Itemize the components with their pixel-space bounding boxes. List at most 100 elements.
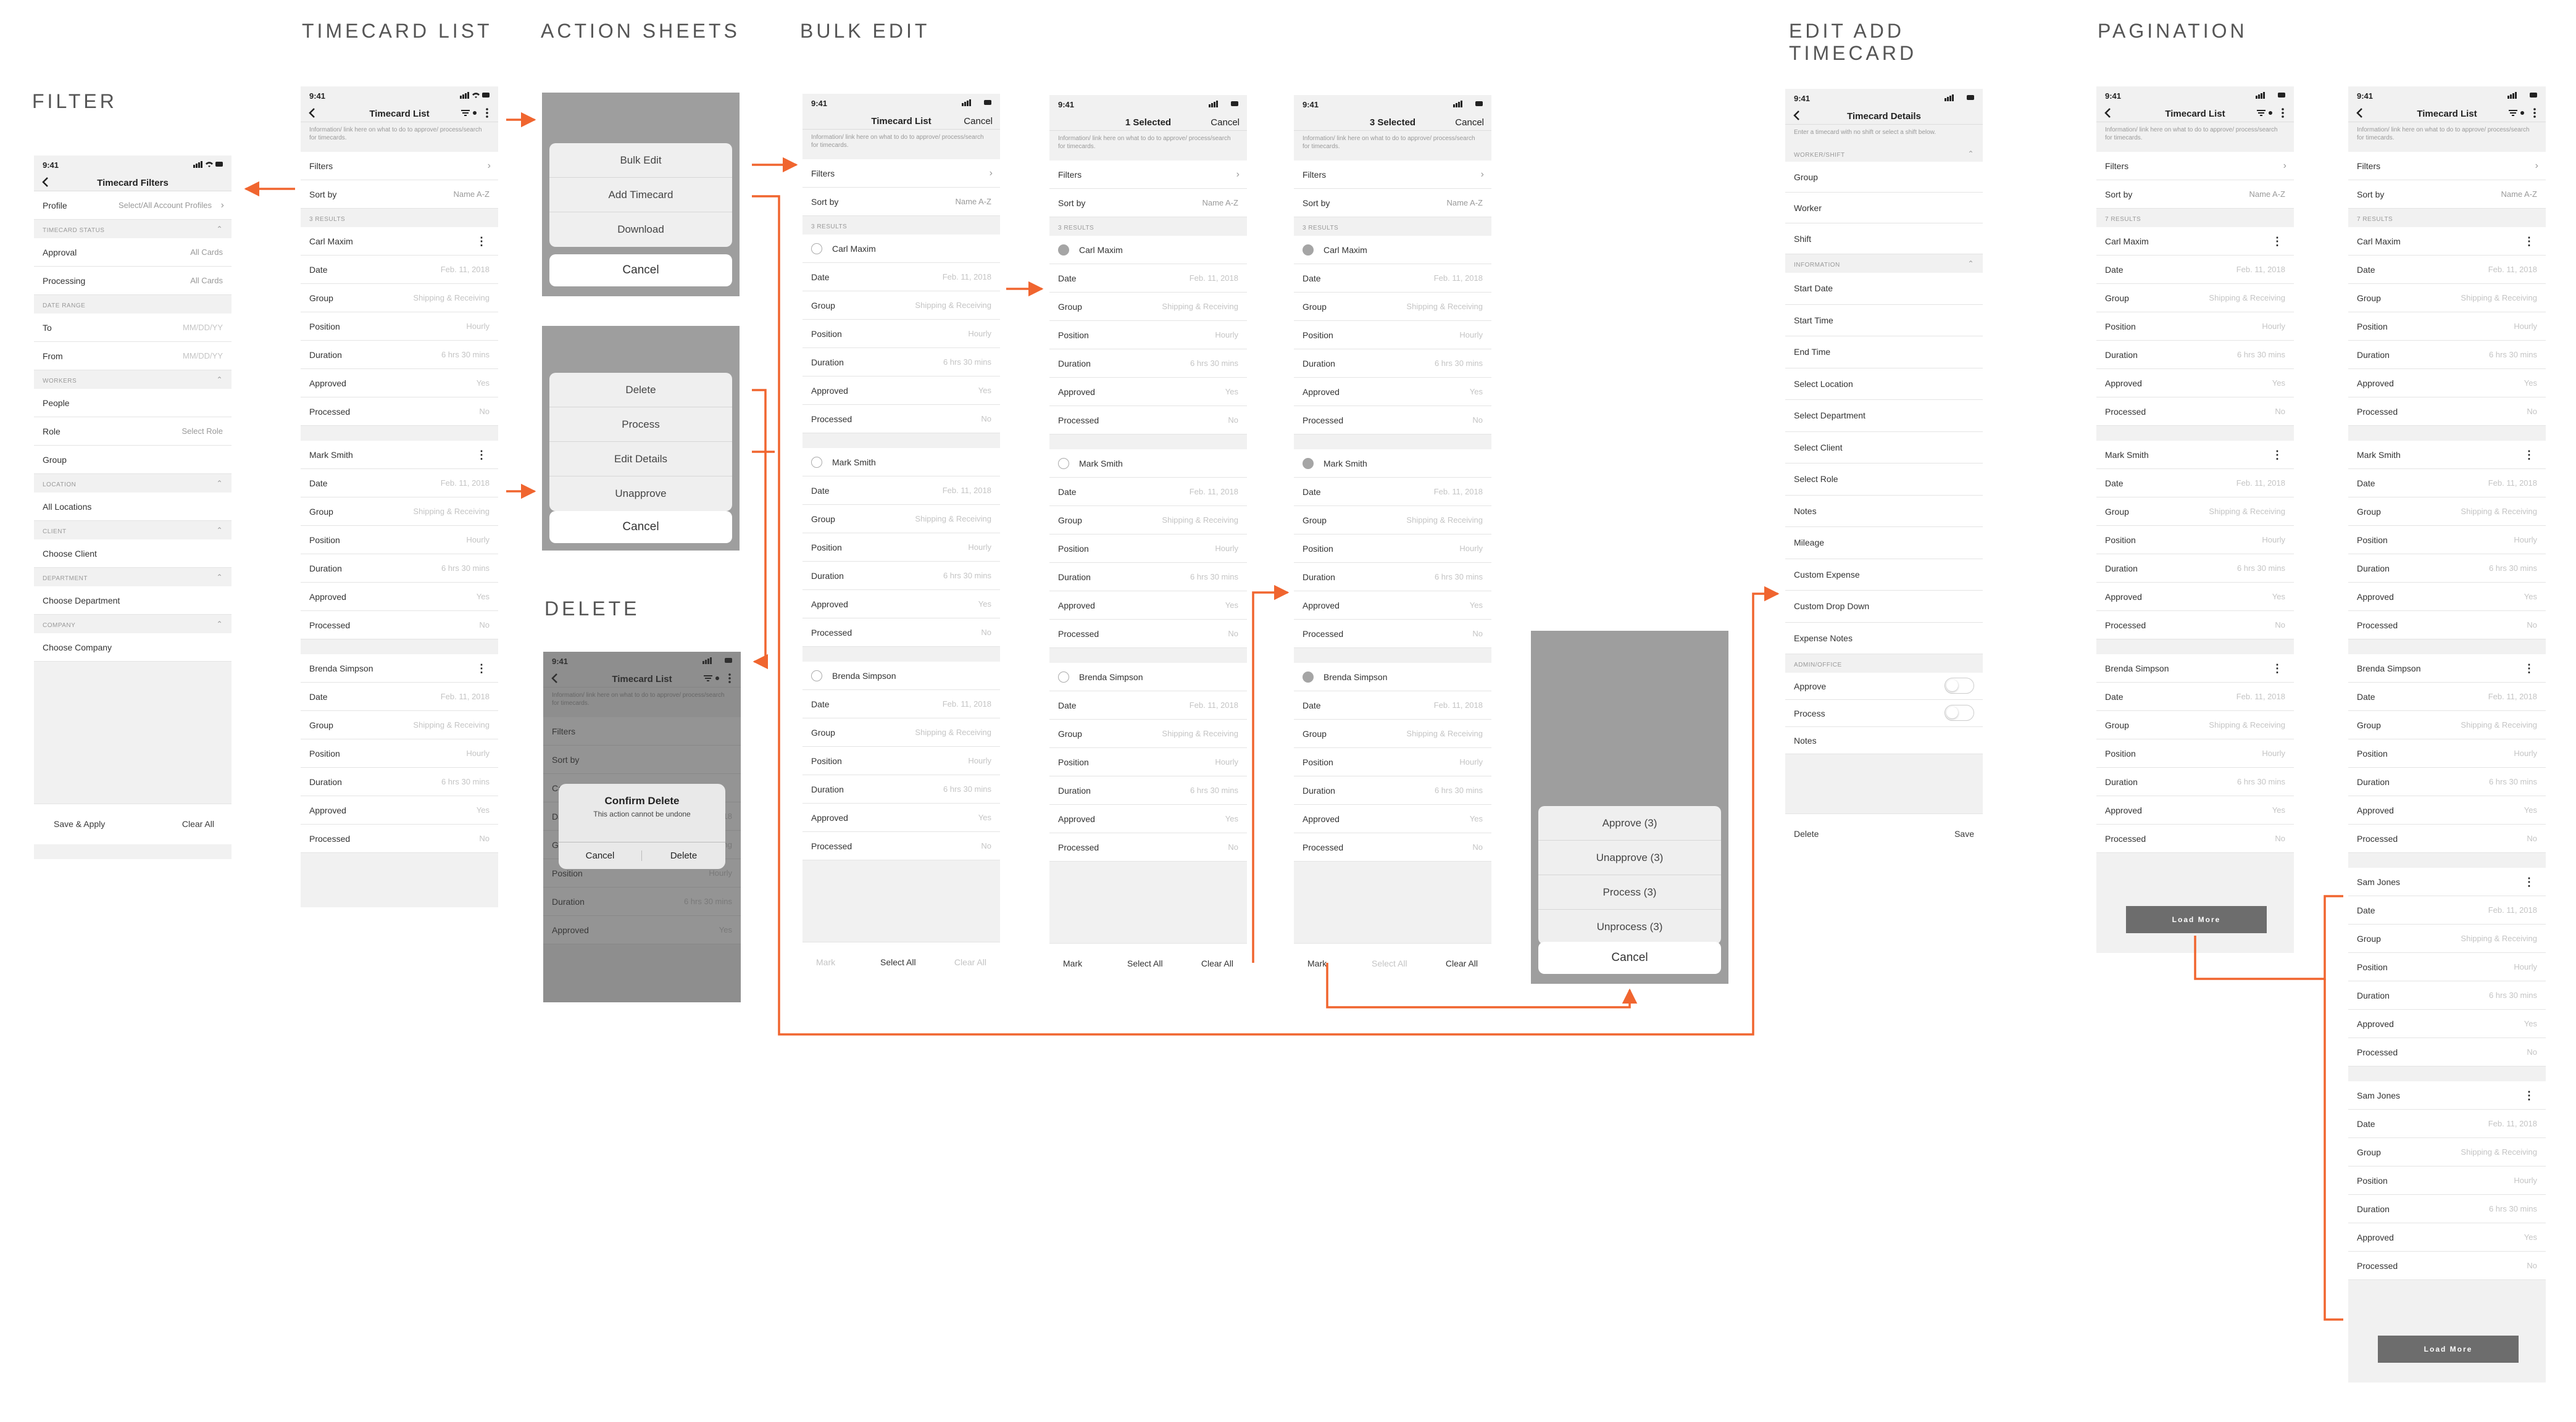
clear-all-button[interactable]: Clear All xyxy=(1201,958,1233,968)
group-row[interactable]: Group xyxy=(1785,162,1983,193)
mark-button[interactable]: Mark xyxy=(1063,958,1082,968)
radio-checked-icon[interactable] xyxy=(1058,244,1069,256)
bulk-cancel-button[interactable]: Cancel xyxy=(964,116,993,127)
caret-up-icon[interactable]: ⌃ xyxy=(216,526,223,534)
details-field-row[interactable]: Custom Expense xyxy=(1785,559,1983,591)
worker-header-row[interactable]: Mark Smith ⋮ xyxy=(2348,441,2546,469)
bulk-edit-option[interactable]: Bulk Edit xyxy=(549,143,732,178)
more-dots-icon[interactable]: ⋮ xyxy=(2524,868,2535,896)
sheet-cancel-button[interactable]: Cancel xyxy=(549,254,732,286)
more-dots-icon[interactable]: ⋮ xyxy=(2524,227,2535,256)
caret-up-icon[interactable]: ⌃ xyxy=(216,620,223,628)
worker-select-row[interactable]: Carl Maxim xyxy=(1294,236,1491,264)
more-dots-icon[interactable]: ⋮ xyxy=(476,654,487,683)
radio-checked-icon[interactable] xyxy=(1303,244,1314,256)
unapprove-option[interactable]: Unapprove xyxy=(549,476,732,511)
more-dots-icon[interactable]: ⋮ xyxy=(2272,654,2283,683)
process-option[interactable]: Process (3) xyxy=(1538,875,1721,910)
processing-row[interactable]: Processing All Cards xyxy=(34,267,231,295)
process-toggle[interactable] xyxy=(1945,705,1974,721)
clear-all-button[interactable]: Clear All xyxy=(1446,958,1478,968)
delete-button[interactable]: Delete xyxy=(1794,829,1819,839)
unapprove-option[interactable]: Unapprove (3) xyxy=(1538,841,1721,875)
caret-up-icon[interactable]: ⌃ xyxy=(216,479,223,488)
details-field-row[interactable]: End Time xyxy=(1785,336,1983,368)
clear-all-button[interactable]: Clear All xyxy=(954,957,986,967)
mark-button[interactable]: Mark xyxy=(816,957,835,967)
filter-menu-icon[interactable] xyxy=(2507,108,2538,118)
more-dots-icon[interactable]: ⋮ xyxy=(2524,1081,2535,1110)
more-dots-icon[interactable]: ⋮ xyxy=(2272,227,2283,256)
worker-header-row[interactable]: Mark Smith ⋮ xyxy=(301,441,498,469)
unprocess-option[interactable]: Unprocess (3) xyxy=(1538,910,1721,944)
profile-row[interactable]: Profile Select/All Account Profiles › xyxy=(34,191,231,220)
details-field-row[interactable]: Mileage xyxy=(1785,527,1983,559)
worker-header-row[interactable]: Brenda Simpson ⋮ xyxy=(301,654,498,683)
radio-checked-icon[interactable] xyxy=(1303,458,1314,469)
group-row[interactable]: Group xyxy=(34,446,231,474)
worker-select-row[interactable]: Carl Maxim xyxy=(802,235,1000,263)
delete-option[interactable]: Delete xyxy=(549,373,732,407)
worker-select-row[interactable]: Brenda Simpson xyxy=(802,662,1000,690)
more-dots-icon[interactable]: ⋮ xyxy=(476,227,487,256)
details-field-row[interactable]: Start Date xyxy=(1785,273,1983,305)
sort-row[interactable]: Sort by Name A-Z xyxy=(301,180,498,209)
worker-select-row[interactable]: Mark Smith xyxy=(1049,449,1247,478)
process-option[interactable]: Process xyxy=(549,407,732,442)
filters-row[interactable]: Filters › xyxy=(1294,160,1491,189)
more-dots-icon[interactable]: ⋮ xyxy=(2272,441,2283,469)
sort-row[interactable]: Sort by Name A-Z xyxy=(802,188,1000,216)
worker-header-row[interactable]: Brenda Simpson ⋮ xyxy=(2096,654,2294,683)
save-apply-button[interactable]: Save & Apply xyxy=(54,819,105,829)
filters-row[interactable]: Filters › xyxy=(802,159,1000,188)
to-row[interactable]: To MM/DD/YY xyxy=(34,314,231,342)
details-field-row[interactable]: Expense Notes xyxy=(1785,622,1983,654)
worker-header-row[interactable]: Carl Maxim ⋮ xyxy=(2348,227,2546,256)
details-field-row[interactable]: Start Time xyxy=(1785,304,1983,336)
select-all-button[interactable]: Select All xyxy=(1372,958,1407,968)
radio-icon[interactable] xyxy=(1058,458,1069,469)
load-more-button[interactable]: Load More xyxy=(2378,1336,2519,1363)
add-timecard-option[interactable]: Add Timecard xyxy=(549,178,732,212)
approve-toggle[interactable] xyxy=(1945,678,1974,694)
filter-menu-icon[interactable] xyxy=(2256,108,2286,118)
worker-select-row[interactable]: Mark Smith xyxy=(802,448,1000,476)
worker-row[interactable]: Worker xyxy=(1785,193,1983,223)
dialog-delete-button[interactable]: Delete xyxy=(642,850,725,861)
filter-menu-icon[interactable] xyxy=(460,108,491,118)
from-row[interactable]: From MM/DD/YY xyxy=(34,342,231,370)
details-field-row[interactable]: Custom Drop Down xyxy=(1785,591,1983,623)
filters-row[interactable]: Filters › xyxy=(1049,160,1247,189)
load-more-button[interactable]: Load More xyxy=(2126,906,2267,933)
select-all-button[interactable]: Select All xyxy=(880,957,916,967)
worker-header-row[interactable]: Sam Jones ⋮ xyxy=(2348,1081,2546,1110)
shift-row[interactable]: Shift xyxy=(1785,223,1983,254)
details-field-row[interactable]: Select Location xyxy=(1785,368,1983,400)
choose-company-row[interactable]: Choose Company xyxy=(34,633,231,662)
worker-header-row[interactable]: Carl Maxim ⋮ xyxy=(301,227,498,256)
dialog-cancel-button[interactable]: Cancel xyxy=(559,850,642,861)
radio-checked-icon[interactable] xyxy=(1303,672,1314,683)
radio-icon[interactable] xyxy=(811,457,822,468)
filters-row[interactable]: Filters › xyxy=(301,152,498,180)
caret-up-icon[interactable]: ⌃ xyxy=(1967,259,1974,268)
people-row[interactable]: People xyxy=(34,389,231,417)
worker-header-row[interactable]: Sam Jones ⋮ xyxy=(2348,868,2546,896)
sort-row[interactable]: Sort by Name A-Z xyxy=(2348,180,2546,209)
choose-department-row[interactable]: Choose Department xyxy=(34,586,231,615)
filters-row[interactable]: Filters › xyxy=(2348,152,2546,180)
sort-row[interactable]: Sort by Name A-Z xyxy=(1049,189,1247,217)
more-dots-icon[interactable]: ⋮ xyxy=(2524,441,2535,469)
edit-details-option[interactable]: Edit Details xyxy=(549,442,732,476)
worker-select-row[interactable]: Mark Smith xyxy=(1294,449,1491,478)
all-locations-row[interactable]: All Locations xyxy=(34,493,231,521)
download-option[interactable]: Download xyxy=(549,212,732,247)
filters-row[interactable]: Filters › xyxy=(2096,152,2294,180)
approval-row[interactable]: Approval All Cards xyxy=(34,238,231,267)
sheet-cancel-button[interactable]: Cancel xyxy=(1538,942,1721,974)
worker-select-row[interactable]: Brenda Simpson xyxy=(1049,663,1247,691)
more-dots-icon[interactable]: ⋮ xyxy=(476,441,487,469)
details-field-row[interactable]: Select Client xyxy=(1785,431,1983,464)
details-field-row[interactable]: Select Department xyxy=(1785,400,1983,432)
approve-option[interactable]: Approve (3) xyxy=(1538,806,1721,841)
